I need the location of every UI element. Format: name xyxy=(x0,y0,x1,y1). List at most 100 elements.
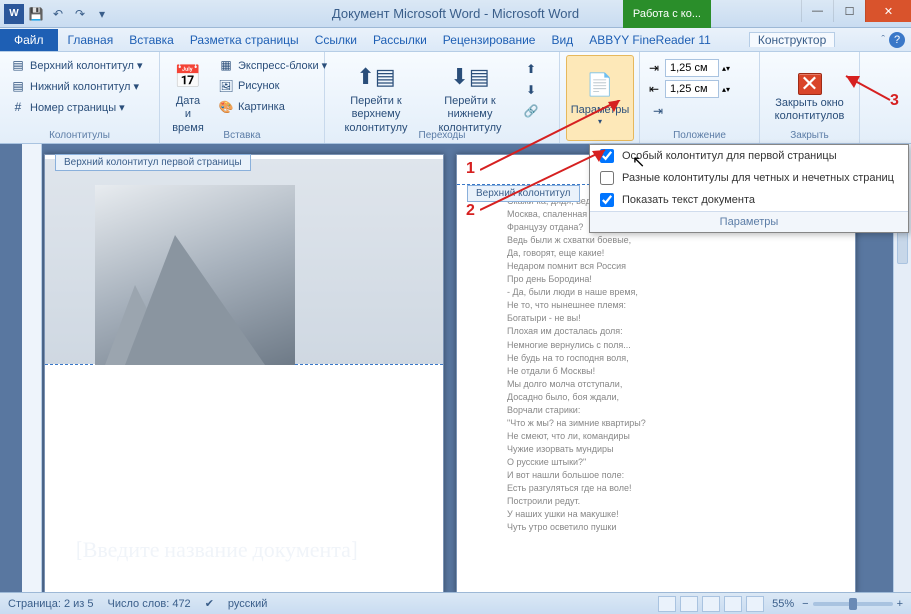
page-1[interactable]: Верхний колонтитул первой страницы [Введ… xyxy=(44,154,444,592)
status-spellcheck-icon[interactable]: ✔ xyxy=(205,597,214,610)
cover-image-placeholder xyxy=(95,185,295,365)
options-icon: 📄 xyxy=(584,70,616,102)
close-header-footer-button[interactable]: ✕ Закрыть окно колонтитулов xyxy=(766,55,853,141)
header-button[interactable]: ▤Верхний колонтитул ▾ xyxy=(6,55,153,75)
group-headers-footers: ▤Верхний колонтитул ▾ ▤Нижний колонтитул… xyxy=(0,52,160,143)
status-word-count[interactable]: Число слов: 472 xyxy=(108,598,191,610)
tab-icon: ⇥ xyxy=(650,103,666,119)
status-bar: Страница: 2 из 5 Число слов: 472 ✔ русск… xyxy=(0,592,911,614)
status-page[interactable]: Страница: 2 из 5 xyxy=(8,598,94,610)
footer-button[interactable]: ▤Нижний колонтитул ▾ xyxy=(6,76,153,96)
group-navigation: ⬆▤ Перейти к верхнему колонтитулу ⬇▤ Пер… xyxy=(325,52,560,143)
page-number-button[interactable]: #Номер страницы ▾ xyxy=(6,97,153,117)
tab-mailings[interactable]: Рассылки xyxy=(365,33,435,47)
header-tab-first-page: Верхний колонтитул первой страницы xyxy=(55,154,251,171)
next-icon: ⬇ xyxy=(523,82,539,98)
tab-insert[interactable]: Вставка xyxy=(121,33,182,47)
annotation-1: 1 xyxy=(466,160,475,178)
mouse-cursor-icon: ↖ xyxy=(632,152,645,172)
undo-icon[interactable]: ↶ xyxy=(48,4,68,24)
zoom-out-button[interactable]: − xyxy=(802,598,808,610)
checkbox-show-text[interactable] xyxy=(600,193,614,207)
header-from-top[interactable]: ⇥▴▾ xyxy=(646,59,753,77)
window-title: Документ Microsoft Word - Microsoft Word xyxy=(332,6,579,21)
zoom-slider-thumb[interactable] xyxy=(849,598,857,610)
header-top-input[interactable] xyxy=(665,59,719,77)
tab-layout[interactable]: Разметка страницы xyxy=(182,33,307,47)
quick-parts-button[interactable]: ▦Экспресс-блоки ▾ xyxy=(214,55,331,75)
footer-bottom-input[interactable] xyxy=(665,80,719,98)
zoom-slider[interactable] xyxy=(813,602,893,606)
footer-from-bottom[interactable]: ⇤▴▾ xyxy=(646,80,753,98)
save-icon[interactable]: 💾 xyxy=(26,4,46,24)
link-icon: 🔗 xyxy=(523,103,539,119)
header-icon: ▤ xyxy=(10,57,26,73)
vertical-ruler[interactable] xyxy=(22,144,42,592)
annotation-2: 2 xyxy=(466,202,475,220)
minimize-button[interactable]: — xyxy=(801,0,833,22)
dropdown-footer: Параметры xyxy=(590,211,908,232)
qat-more-icon[interactable]: ▾ xyxy=(92,4,112,24)
margin-bottom-icon: ⇤ xyxy=(646,81,662,97)
clipart-button[interactable]: 🎨Картинка xyxy=(214,97,331,117)
tab-home[interactable]: Главная xyxy=(60,33,122,47)
checkbox-first-page[interactable] xyxy=(600,149,614,163)
view-web[interactable] xyxy=(702,596,720,612)
group-label: Вставка xyxy=(160,130,324,141)
ribbon: ▤Верхний колонтитул ▾ ▤Нижний колонтитул… xyxy=(0,52,911,144)
tab-constructor[interactable]: Конструктор xyxy=(749,32,835,47)
redo-icon[interactable]: ↷ xyxy=(70,4,90,24)
picture-icon: 🖼 xyxy=(218,78,234,94)
insert-align-tab[interactable]: ⇥ xyxy=(646,101,753,121)
group-position: ⇥▴▾ ⇤▴▾ ⇥ Положение xyxy=(640,52,760,143)
group-label: Положение xyxy=(640,130,759,141)
tab-view[interactable]: Вид xyxy=(543,33,581,47)
group-label: Колонтитулы xyxy=(0,130,159,141)
tab-review[interactable]: Рецензирование xyxy=(435,33,544,47)
option-show-document-text[interactable]: Показать текст документа xyxy=(590,189,908,211)
status-language[interactable]: русский xyxy=(228,598,267,610)
options-button[interactable]: 📄 Параметры▾ xyxy=(566,55,634,141)
date-time-button[interactable]: 📅 Дата и время xyxy=(166,55,210,141)
status-right: 55% − + xyxy=(658,596,903,612)
group-label: Переходы xyxy=(325,130,559,141)
annotation-3: 3 xyxy=(890,92,899,110)
goto-footer-icon: ⬇▤ xyxy=(454,61,486,93)
ribbon-tabs: Файл Главная Вставка Разметка страницы С… xyxy=(0,28,911,52)
picture-button[interactable]: 🖼Рисунок xyxy=(214,76,331,96)
close-x-icon: ✕ xyxy=(798,73,822,95)
group-options: 📄 Параметры▾ xyxy=(560,52,640,143)
checkbox-odd-even[interactable] xyxy=(600,171,614,185)
quick-access-toolbar: W 💾 ↶ ↷ ▾ xyxy=(0,4,116,24)
zoom-in-button[interactable]: + xyxy=(897,598,903,610)
view-full-screen[interactable] xyxy=(680,596,698,612)
blocks-icon: ▦ xyxy=(218,57,234,73)
word-icon: W xyxy=(4,4,24,24)
tab-references[interactable]: Ссылки xyxy=(307,33,365,47)
view-outline[interactable] xyxy=(724,596,742,612)
view-print-layout[interactable] xyxy=(658,596,676,612)
goto-footer-button[interactable]: ⬇▤ Перейти к нижнему колонтитулу xyxy=(425,55,515,141)
cover-title-placeholder[interactable]: [Введите название документа] xyxy=(75,537,413,563)
pagenum-icon: # xyxy=(10,99,26,115)
maximize-button[interactable]: ☐ xyxy=(833,0,865,22)
link-prev-button[interactable]: 🔗 xyxy=(519,101,543,121)
collapse-ribbon-icon[interactable]: ˆ xyxy=(881,34,885,46)
document-body-text: Скажи-ка, дядя, ведь не даром Москва, сп… xyxy=(457,185,855,544)
group-label: Закрыть xyxy=(760,130,859,141)
contextual-tab-label: Работа с ко... xyxy=(623,0,711,28)
close-button[interactable]: ✕ xyxy=(865,0,911,22)
margin-top-icon: ⇥ xyxy=(646,60,662,76)
footer-icon: ▤ xyxy=(10,78,26,94)
header-zone-first-page[interactable]: Верхний колонтитул первой страницы xyxy=(45,155,443,365)
tab-abbyy[interactable]: ABBYY FineReader 11 xyxy=(581,33,719,47)
goto-header-button[interactable]: ⬆▤ Перейти к верхнему колонтитулу xyxy=(331,55,421,141)
group-close: ✕ Закрыть окно колонтитулов Закрыть xyxy=(760,52,860,143)
zoom-level[interactable]: 55% xyxy=(772,598,794,610)
help-icon[interactable]: ? xyxy=(889,32,905,48)
view-draft[interactable] xyxy=(746,596,764,612)
file-tab[interactable]: Файл xyxy=(0,29,58,51)
next-section-button[interactable]: ⬇ xyxy=(519,80,543,100)
header-tab: Верхний колонтитул xyxy=(467,185,580,202)
prev-section-button[interactable]: ⬆ xyxy=(519,59,543,79)
